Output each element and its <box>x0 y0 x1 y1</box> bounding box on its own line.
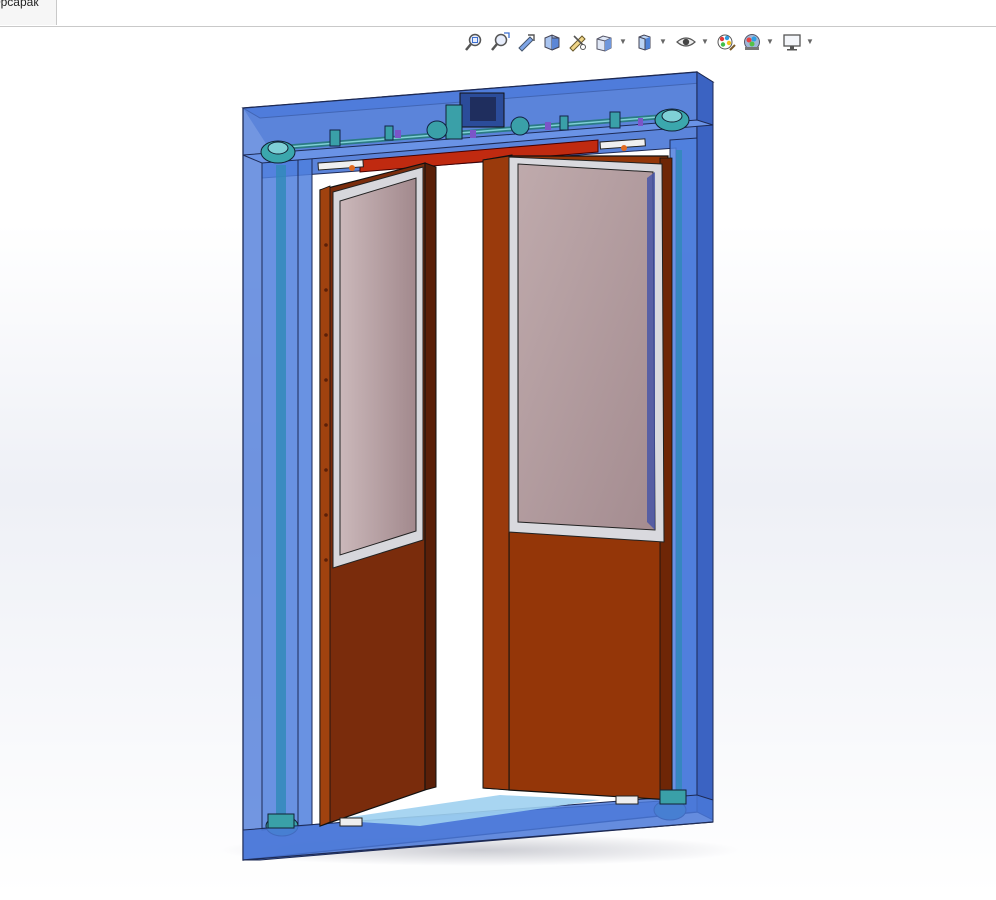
left-door-glass <box>339 177 417 556</box>
document-tab-label: Эрсарак <box>0 0 39 9</box>
right-door-glass <box>517 163 656 531</box>
document-tab-bar: Эрсарак <box>0 0 996 27</box>
graphics-area[interactable] <box>0 27 996 895</box>
door-assembly-model[interactable] <box>0 27 996 895</box>
document-tab[interactable]: Эрсарак <box>0 0 57 25</box>
